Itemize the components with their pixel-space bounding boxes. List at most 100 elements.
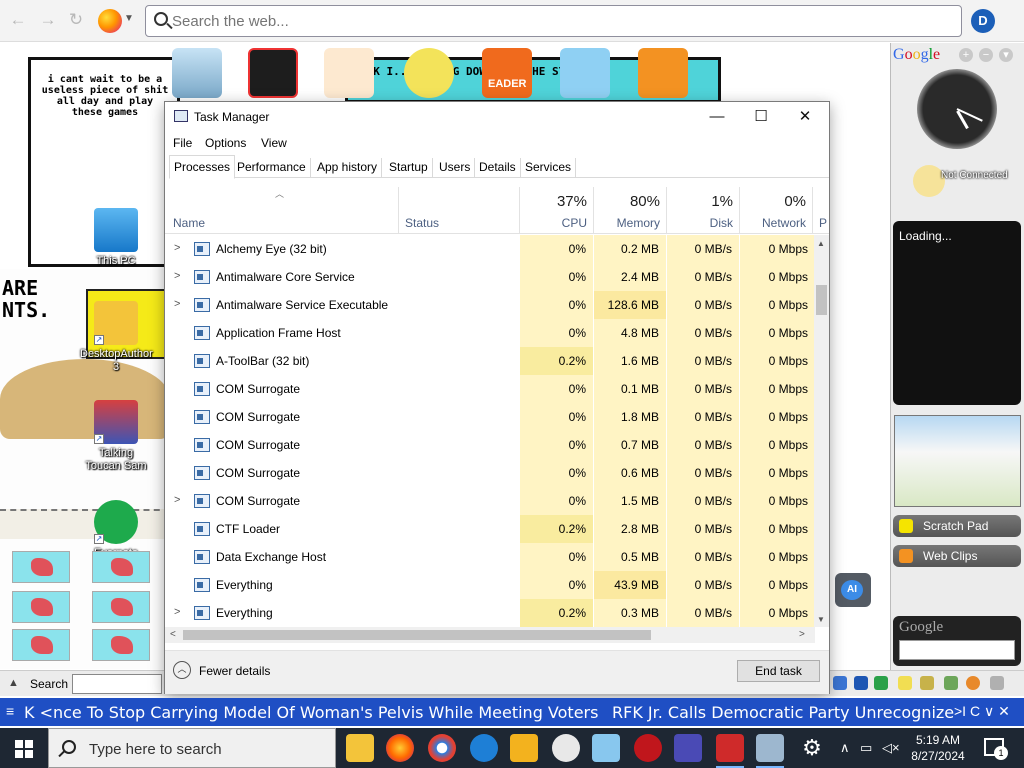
chevron-right-icon[interactable]: > [174, 606, 180, 618]
ticker-controls[interactable]: >I C ∨ ✕ [954, 703, 1010, 720]
table-row[interactable]: Everything 0% 43.9 MB 0 MB/s 0 Mbps [165, 571, 815, 599]
dollar-icon[interactable] [854, 676, 868, 690]
rss-feed-icon[interactable] [638, 48, 688, 98]
app-pointer-icon[interactable] [510, 734, 538, 762]
scrollbar-thumb[interactable] [183, 630, 651, 640]
column-header-status[interactable]: Status [398, 179, 518, 234]
extension-icon[interactable]: D [971, 9, 995, 33]
table-row[interactable]: COM Surrogate 0% 0.6 MB 0 MB/s 0 Mbps [165, 459, 815, 487]
end-task-button[interactable]: End task [737, 660, 820, 682]
firefox-icon[interactable] [386, 734, 414, 762]
toolbar-app-icon[interactable] [833, 676, 847, 690]
scratch-pad-gadget[interactable]: Scratch Pad [893, 515, 1021, 537]
ticker-menu-icon[interactable]: ≡ [6, 703, 14, 719]
screen-recorder-taskbar-icon[interactable] [716, 734, 744, 768]
chevron-right-icon[interactable]: > [174, 242, 180, 254]
column-header-disk[interactable]: 1% Disk [667, 179, 739, 234]
close-button[interactable]: ✕ [783, 104, 827, 130]
task-manager-taskbar-icon[interactable] [756, 734, 784, 768]
windows-start-icon[interactable] [0, 728, 48, 768]
table-row[interactable]: A-ToolBar (32 bit) 0.2% 1.6 MB 0 MB/s 0 Mbps [165, 347, 815, 375]
taskbar-clock[interactable]: 5:19 AM 8/27/2024 [908, 732, 968, 764]
chevron-right-icon[interactable]: > [174, 494, 180, 506]
notepad-app-icon[interactable] [592, 734, 620, 762]
tab-processes[interactable]: Processes [169, 155, 236, 179]
thumbnail-tile[interactable] [92, 551, 150, 583]
chevron-up-icon[interactable]: ∧ [840, 740, 850, 756]
menu-options[interactable]: Options [205, 136, 246, 150]
toolbar-search-input[interactable] [72, 674, 162, 694]
tab-users[interactable]: Users [435, 158, 476, 178]
web-clips-gadget[interactable]: Web Clips [893, 545, 1021, 567]
title-bar[interactable]: Task Manager — ☐ ✕ [165, 102, 829, 132]
chevron-down-icon[interactable]: ▾ [999, 48, 1013, 62]
column-header-power[interactable]: P [815, 179, 829, 234]
desktop-icon-toucan-sam[interactable]: ↗ Talking Toucan Sam [80, 400, 152, 473]
table-row[interactable]: > Everything 0.2% 0.3 MB 0 MB/s 0 Mbps [165, 599, 815, 627]
people-icon[interactable] [920, 676, 934, 690]
puzzle-app-icon[interactable] [560, 48, 610, 98]
scrollbar-thumb[interactable] [816, 285, 827, 315]
battery-icon[interactable] [898, 676, 912, 690]
table-row[interactable]: COM Surrogate 0% 1.8 MB 0 MB/s 0 Mbps [165, 403, 815, 431]
thumbnail-tile[interactable] [92, 591, 150, 623]
thumbnail-tile[interactable] [92, 629, 150, 661]
volume-muted-icon[interactable]: ◁× [882, 740, 900, 756]
file-explorer-icon[interactable] [346, 734, 374, 762]
stocks-icon[interactable] [874, 676, 888, 690]
tab-performance[interactable]: Performance [233, 158, 311, 178]
network-app-icon[interactable] [674, 734, 702, 762]
thumbnail-tile[interactable] [12, 551, 70, 583]
taskbar-search-box[interactable]: Type here to search [48, 728, 336, 768]
chevron-up-icon[interactable]: ▲ [8, 677, 19, 689]
toolbar-app-icon[interactable] [944, 676, 958, 690]
minimize-gadget-icon[interactable]: − [979, 48, 993, 62]
reload-icon[interactable]: ↻ [66, 10, 86, 30]
desktop-icon-desktopauthor[interactable]: ↗ DesktopAuthor 3 [80, 301, 153, 374]
menu-file[interactable]: File [173, 136, 192, 150]
game-app-icon[interactable] [404, 48, 454, 98]
settings-gear-icon[interactable]: ⚙ [798, 734, 826, 762]
table-row[interactable]: COM Surrogate 0% 0.1 MB 0 MB/s 0 Mbps [165, 375, 815, 403]
screen-recorder-icon[interactable] [248, 48, 298, 98]
security-app-icon[interactable] [634, 734, 662, 762]
firefox-logo-icon[interactable] [98, 9, 122, 33]
tab-details[interactable]: Details [475, 158, 521, 178]
column-header-memory[interactable]: 80% Memory [594, 179, 666, 234]
ai-assistant-button[interactable]: AI [835, 573, 871, 607]
tab-services[interactable]: Services [521, 158, 577, 178]
table-row[interactable]: Data Exchange Host 0% 0.5 MB 0 MB/s 0 Mbps [165, 543, 815, 571]
ticker-headline[interactable]: K <nce To Stop Carrying Model Of Woman's… [24, 703, 598, 722]
table-row[interactable]: CTF Loader 0.2% 2.8 MB 0 MB/s 0 Mbps [165, 515, 815, 543]
chevron-right-icon[interactable]: > [174, 270, 180, 282]
vertical-scrollbar[interactable]: ▲ ▼ [814, 235, 829, 627]
minimize-button[interactable]: — [695, 104, 739, 130]
internet-explorer-icon[interactable] [470, 734, 498, 762]
pencil-app-icon[interactable] [324, 48, 374, 98]
maximize-button[interactable]: ☐ [739, 104, 783, 130]
back-arrow-icon[interactable]: ← [8, 10, 28, 30]
scroll-up-icon[interactable]: ▲ [817, 239, 825, 248]
chrome-icon[interactable] [428, 734, 456, 762]
web-search-box[interactable] [145, 5, 962, 37]
add-gadget-icon[interactable]: + [959, 48, 973, 62]
chevron-right-icon[interactable]: > [174, 298, 180, 310]
toolbar-app-icon[interactable] [966, 676, 980, 690]
tab-app-history[interactable]: App history [313, 158, 383, 178]
column-header-cpu[interactable]: 37% CPU [520, 179, 593, 234]
google-search-input[interactable] [899, 640, 1015, 660]
notification-center-icon[interactable]: 1 [984, 738, 1008, 760]
network-icon[interactable]: ▭ [860, 740, 872, 756]
table-row[interactable]: > COM Surrogate 0% 1.5 MB 0 MB/s 0 Mbps [165, 487, 815, 515]
table-row[interactable]: > Antimalware Service Executable 0% 128.6 M… [165, 291, 815, 319]
tab-startup[interactable]: Startup [385, 158, 433, 178]
scroll-down-icon[interactable]: ▼ [817, 615, 825, 624]
scroll-right-icon[interactable]: > [799, 629, 805, 640]
table-row[interactable]: > Alchemy Eye (32 bit) 0% 0.2 MB 0 MB/s 0 Mbp… [165, 235, 815, 263]
toolbar-app-icon[interactable] [990, 676, 1004, 690]
table-row[interactable]: > Antimalware Core Service 0% 2.4 MB 0 MB/s 0… [165, 263, 815, 291]
web-search-input[interactable] [172, 9, 932, 33]
column-header-name[interactable]: ︿ Name [165, 179, 397, 234]
column-header-network[interactable]: 0% Network [740, 179, 812, 234]
forward-arrow-icon[interactable]: → [38, 10, 58, 30]
